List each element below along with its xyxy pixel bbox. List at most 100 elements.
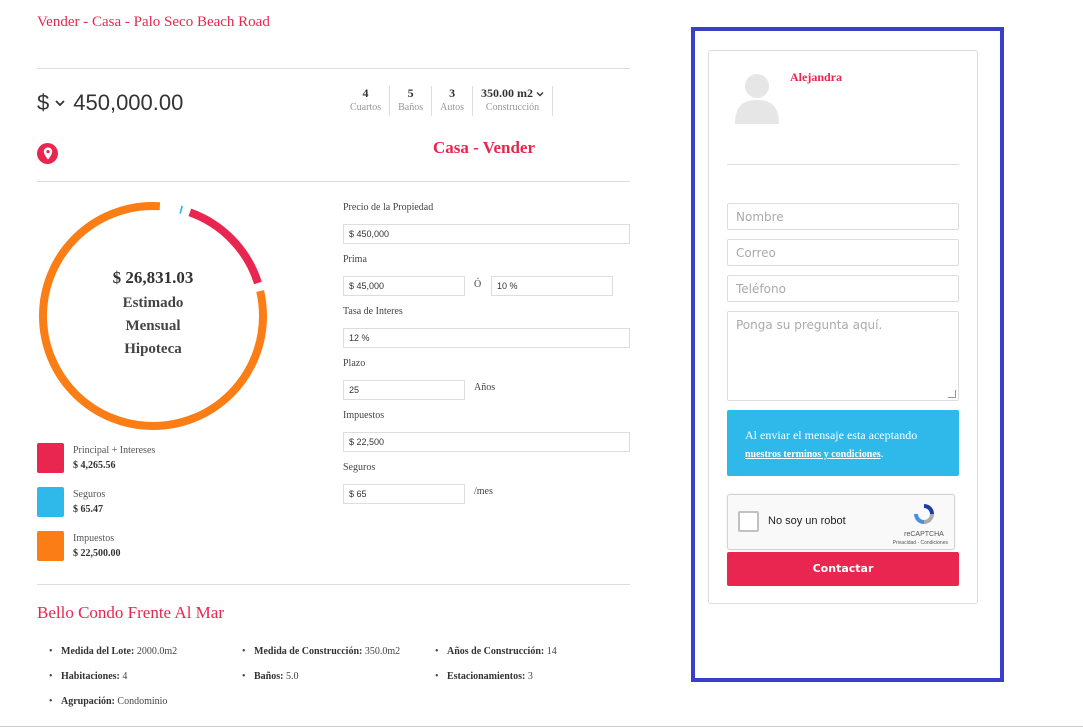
feature-value: 2000.0m2 [136, 646, 178, 657]
insurance-label: Seguros [343, 462, 376, 473]
list-item: Agrupación: Condominio [49, 696, 168, 707]
divider [727, 164, 959, 165]
taxes-input[interactable]: $ 22,500 [343, 432, 630, 452]
term-input[interactable]: 25 [343, 380, 465, 400]
email-field[interactable]: Correo [727, 239, 959, 266]
legend-item-principal: Principal + Intereses $ 4,265.56 [37, 443, 155, 475]
property-type-heading: Casa - Vender [433, 138, 536, 157]
stat-value: 350.00 m2 [481, 86, 544, 101]
feature-key: Estacionamientos: [447, 671, 526, 682]
feature-key: Baños: [254, 671, 284, 682]
recaptcha-icon [914, 504, 934, 524]
term-label: Plazo [343, 358, 366, 369]
feature-key: Años de Construcción: [447, 646, 545, 657]
list-item: Medida de Construcción: 350.0m2 [242, 646, 400, 657]
name-field[interactable]: Nombre [727, 203, 959, 230]
price-value: 450,000.00 [73, 90, 184, 115]
legend-swatch [37, 531, 64, 561]
feature-key: Medida de Construcción: [254, 646, 363, 657]
terms-notice: Al enviar el mensaje esta aceptando nues… [727, 410, 959, 476]
recaptcha-widget: No soy un robot reCAPTCHA Privacidad - C… [727, 494, 955, 550]
recaptcha-brand: reCAPTCHA [904, 531, 944, 538]
list-item: Habitaciones: 4 [49, 671, 128, 682]
stat-label: Autos [440, 102, 465, 113]
term-unit: Años [474, 382, 496, 393]
map-pin-icon[interactable] [37, 143, 58, 164]
summary-line: Mensual [125, 318, 181, 334]
list-item: Años de Construcción: 14 [435, 646, 557, 657]
list-item: Medida del Lote: 2000.0m2 [49, 646, 178, 657]
question-placeholder: Ponga su pregunta aquí. [736, 318, 883, 332]
feature-value: Condominio [117, 696, 168, 707]
mortgage-calculator: Precio de la Propiedad $ 450,000 Prima $… [343, 202, 633, 514]
chart-legend: Principal + Intereses $ 4,265.56 Seguros $… [37, 443, 155, 575]
down-payment-percent-input[interactable]: 10 % [491, 276, 613, 296]
recaptcha-checkbox[interactable] [738, 511, 759, 532]
stat-value: 4 [362, 86, 369, 100]
contact-submit-button[interactable]: Contactar [727, 552, 959, 586]
divider [37, 584, 630, 585]
question-textarea[interactable]: Ponga su pregunta aquí. [727, 311, 959, 401]
property-price-input[interactable]: $ 450,000 [343, 224, 630, 244]
description-title: Bello Condo Frente Al Mar [37, 603, 224, 622]
phone-field[interactable]: Teléfono [727, 275, 959, 302]
stat-label: Construcción [485, 102, 540, 113]
property-stats: 4 Cuartos 5 Baños 3 Autos 350.00 m2 Cons… [342, 86, 554, 116]
stat-value: 3 [449, 86, 456, 100]
legend-item-seguros: Seguros $ 65.47 [37, 487, 155, 519]
mortgage-summary: $ 26,831.03 Estimado Mensual Hipoteca [37, 268, 269, 361]
avatar [735, 74, 779, 124]
stat-label: Baños [398, 102, 424, 113]
terms-link[interactable]: nuestros terminos y condiciones [745, 449, 881, 460]
monthly-amount: $ 26,831.03 [112, 268, 194, 287]
tax-label: Impuestos [343, 410, 385, 421]
legend-swatch [37, 443, 64, 473]
feature-value: 14 [546, 646, 557, 657]
rate-label: Tasa de Interes [343, 306, 403, 317]
chevron-down-icon [536, 92, 544, 97]
recaptcha-label: No soy un robot [768, 515, 846, 527]
list-item: Estacionamientos: 3 [435, 671, 533, 682]
feature-key: Medida del Lote: [61, 646, 135, 657]
notice-text: Al enviar el mensaje esta aceptando [745, 428, 918, 442]
currency-selector[interactable]: $ [37, 90, 49, 116]
chevron-down-icon[interactable] [55, 96, 65, 110]
feature-value: 5.0 [285, 671, 299, 682]
divider [37, 68, 630, 69]
prima-label: Prima [343, 254, 367, 265]
legend-item-impuestos: Impuestos $ 22,500.00 [37, 531, 155, 563]
summary-line: Hipoteca [124, 341, 182, 357]
agent-name[interactable]: Alejandra [790, 70, 842, 85]
feature-key: Agrupación: [61, 696, 115, 707]
or-label: Ó [474, 279, 482, 290]
legend-label: Principal + Intereses [73, 445, 156, 456]
legend-swatch [37, 487, 64, 517]
stat-parking: 3 Autos [432, 86, 474, 116]
legend-label: Impuestos [73, 533, 115, 544]
listing-title: Vender - Casa - Palo Seco Beach Road [37, 14, 270, 30]
resize-handle-icon[interactable] [948, 390, 956, 398]
divider [37, 181, 630, 182]
price-display: $ 450,000.00 [37, 90, 183, 116]
stat-construction[interactable]: 350.00 m2 Construcción [473, 86, 554, 116]
stat-bedrooms: 4 Cuartos [342, 86, 391, 116]
interest-rate-input[interactable]: 12 % [343, 328, 630, 348]
stat-bathrooms: 5 Baños [390, 86, 433, 116]
insurance-input[interactable]: $ 65 [343, 484, 465, 504]
summary-line: Estimado [122, 295, 184, 311]
notice-end: . [880, 446, 884, 460]
legend-value: $ 22,500.00 [73, 548, 121, 559]
legend-value: $ 4,265.56 [73, 460, 116, 471]
down-payment-input[interactable]: $ 45,000 [343, 276, 465, 296]
feature-value: 4 [122, 671, 128, 682]
feature-value: 3 [527, 671, 533, 682]
stat-label: Cuartos [350, 102, 382, 113]
feature-key: Habitaciones: [61, 671, 120, 682]
list-item: Baños: 5.0 [242, 671, 299, 682]
price-label: Precio de la Propiedad [343, 202, 434, 213]
recaptcha-logo: reCAPTCHA [904, 502, 944, 538]
stat-value: 5 [407, 86, 414, 100]
legend-value: $ 65.47 [73, 504, 103, 515]
recaptcha-links[interactable]: Privacidad - Condiciones [893, 540, 948, 546]
construction-value: 350.00 m2 [481, 86, 534, 100]
